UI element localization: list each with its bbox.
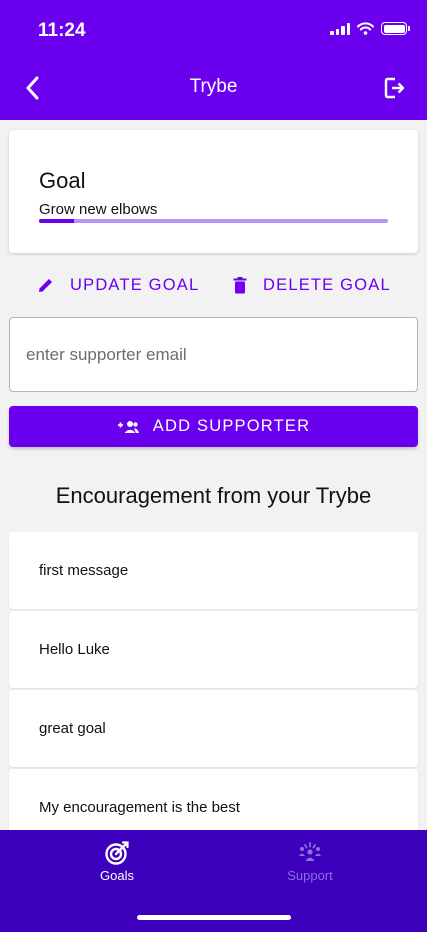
page-title: Trybe xyxy=(189,76,238,97)
tab-support-label: Support xyxy=(287,868,333,883)
bottom-tab-bar: Goals Support xyxy=(0,830,427,932)
goal-card: Goal Grow new elbows xyxy=(9,130,418,253)
update-goal-label: UPDATE GOAL xyxy=(70,275,200,294)
update-goal-button[interactable]: UPDATE GOAL xyxy=(38,266,199,304)
supporter-email-input[interactable] xyxy=(9,317,418,392)
goal-actions: UPDATE GOAL DELETE GOAL xyxy=(0,266,427,304)
delete-goal-button[interactable]: DELETE GOAL xyxy=(233,266,391,304)
tab-goals[interactable]: Goals xyxy=(62,840,172,883)
goal-text: Grow new elbows xyxy=(39,201,158,218)
wifi-icon xyxy=(357,22,374,35)
list-item: great goal xyxy=(9,690,418,767)
list-item: first message xyxy=(9,532,418,609)
logout-icon xyxy=(384,77,405,99)
pencil-icon xyxy=(39,279,52,292)
encouragement-list: first message Hello Luke great goal My e… xyxy=(9,532,418,848)
app-header: 11:24 Trybe xyxy=(0,0,427,120)
target-icon xyxy=(105,841,129,865)
list-item: Hello Luke xyxy=(9,611,418,688)
goal-progress-fill xyxy=(39,219,74,223)
status-time: 11:24 xyxy=(38,20,86,41)
add-supporter-label: ADD SUPPORTER xyxy=(152,417,311,435)
home-indicator xyxy=(137,915,291,920)
trash-icon xyxy=(233,276,247,293)
battery-icon xyxy=(381,22,410,35)
add-group-icon xyxy=(117,420,139,433)
tab-goals-label: Goals xyxy=(100,868,134,883)
encouragement-title: Encouragement from your Trybe xyxy=(55,483,372,508)
support-group-icon xyxy=(299,842,321,861)
tab-support[interactable]: Support xyxy=(255,840,365,883)
delete-goal-label: DELETE GOAL xyxy=(263,275,391,294)
status-icons xyxy=(330,22,410,35)
signal-icon xyxy=(330,22,350,35)
add-supporter-button[interactable]: ADD SUPPORTER xyxy=(9,406,418,447)
goal-progress-bar xyxy=(39,219,388,223)
logout-button[interactable] xyxy=(377,70,413,106)
goal-heading: Goal xyxy=(39,168,86,193)
